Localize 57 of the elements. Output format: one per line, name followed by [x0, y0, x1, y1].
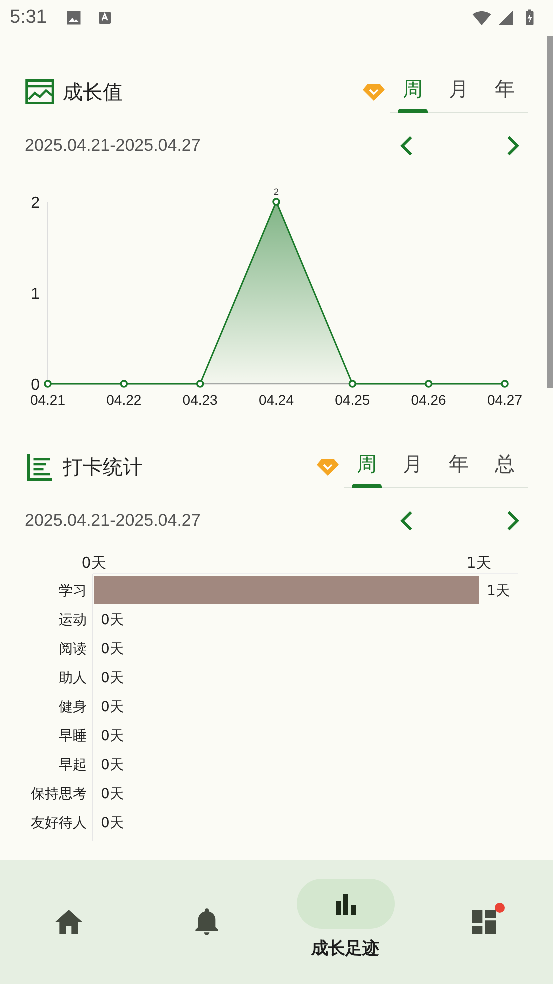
period-tab[interactable]: 周 [344, 445, 390, 487]
data-label: 2 [274, 187, 279, 197]
y-tick-label: 2 [31, 195, 40, 212]
value-label: 0天 [101, 642, 124, 658]
data-point [120, 380, 128, 388]
category-label: 健身 [59, 700, 87, 716]
period-tab[interactable]: 年 [482, 70, 528, 112]
period-tab[interactable]: 总 [482, 445, 528, 487]
nav-tab[interactable]: 成长足迹 [296, 879, 396, 962]
category-label: 保持思考 [31, 786, 87, 802]
date-range: 2025.04.21-2025.04.27 [25, 135, 201, 158]
list-chart-icon [25, 452, 55, 482]
date-range: 2025.04.21-2025.04.27 [25, 510, 201, 532]
category-label: 助人 [59, 670, 87, 686]
value-label: 1天 [487, 584, 510, 600]
clock-time: 5:31 [10, 6, 47, 30]
value-label: 0天 [101, 758, 124, 774]
period-tab[interactable]: 周 [390, 70, 436, 112]
x-tick-label: 04.25 [335, 392, 370, 408]
period-tab[interactable]: 月 [390, 445, 436, 487]
value-label: 0天 [101, 612, 124, 628]
x-tick-label: 0天 [82, 554, 106, 572]
data-point [44, 380, 52, 388]
data-point [501, 380, 509, 388]
nav-label: 成长足迹 [312, 938, 380, 961]
category-label: 早睡 [59, 728, 87, 744]
signal-icon [497, 9, 515, 27]
x-tick-label: 04.24 [258, 392, 294, 408]
y-tick-label: 0 [31, 377, 40, 394]
x-tick-label: 04.26 [411, 392, 446, 408]
value-label: 0天 [101, 786, 124, 802]
category-label: 运动 [59, 612, 87, 628]
data-point [196, 380, 204, 388]
text-icon [96, 10, 113, 26]
category-label: 早起 [59, 758, 87, 774]
category-label: 学习 [59, 584, 87, 600]
section-title: 打卡统计 [63, 454, 143, 480]
value-label: 0天 [101, 670, 124, 686]
value-label: 0天 [101, 728, 124, 744]
section-title: 成长值 [63, 78, 123, 106]
chart-window-icon [25, 76, 55, 106]
period-tab[interactable]: 年 [436, 445, 482, 487]
category-label: 阅读 [59, 642, 87, 658]
category-label: 友好待人 [31, 816, 87, 832]
y-tick-label: 1 [31, 286, 40, 303]
value-label: 0天 [101, 700, 124, 716]
x-tick-label: 04.21 [30, 392, 66, 408]
value-label: 0天 [101, 816, 124, 832]
image-icon [64, 9, 83, 27]
x-tick-label: 04.23 [182, 392, 218, 408]
data-point [348, 380, 357, 388]
x-tick-label: 1天 [466, 554, 492, 572]
period-tab[interactable]: 月 [436, 70, 482, 112]
x-tick-label: 04.22 [106, 392, 142, 408]
data-point [424, 380, 433, 388]
x-tick-label: 04.27 [487, 392, 523, 408]
data-point [272, 198, 280, 206]
